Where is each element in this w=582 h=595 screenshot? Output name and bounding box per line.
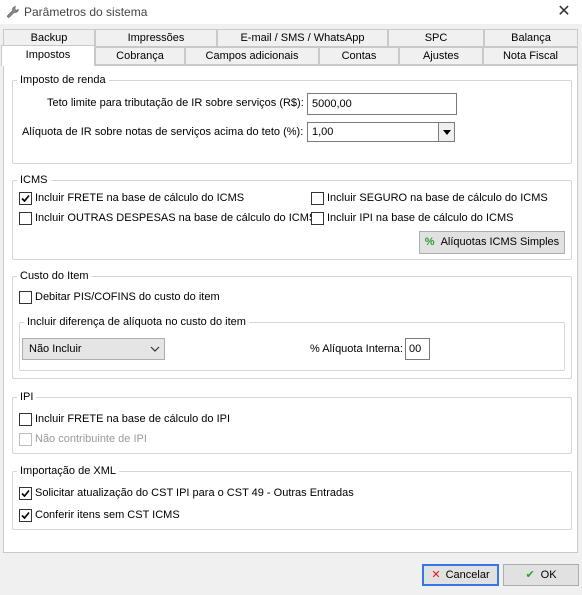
group-title-imposto-de-renda: Imposto de renda — [17, 74, 109, 86]
group-title-diferenca-aliquota: Incluir diferença de alíquota no custo d… — [24, 316, 249, 328]
icms-seguro-label: Incluir SEGURO na base de cálculo do ICM… — [327, 192, 548, 204]
conferir-itens-checkbox[interactable] — [19, 509, 32, 522]
conferir-itens-label: Conferir itens sem CST ICMS — [35, 509, 180, 521]
group-imposto-de-renda — [12, 80, 572, 164]
icms-seguro-checkbox[interactable] — [311, 192, 324, 205]
icms-outras-despesas-checkbox[interactable] — [19, 212, 32, 225]
nao-contribuinte-ipi-label: Não contribuinte de IPI — [35, 433, 147, 445]
diferenca-aliquota-select[interactable]: Não Incluir — [22, 338, 165, 360]
nao-contribuinte-ipi-checkbox[interactable] — [19, 433, 32, 446]
aliquota-interna-label: % Alíquota Interna: — [310, 343, 403, 355]
ok-button[interactable]: ✔ OK — [503, 564, 579, 586]
tab-campos-adicionais[interactable]: Campos adicionais — [185, 47, 319, 65]
debitar-pis-cofins-label: Debitar PIS/COFINS do custo do item — [35, 291, 220, 303]
dropdown-arrow-icon[interactable] — [438, 123, 454, 141]
window-title: Parâmetros do sistema — [24, 5, 148, 19]
teto-input[interactable]: 5000,00 — [307, 93, 457, 115]
close-icon[interactable]: ✕ — [552, 2, 576, 22]
percent-icon: % — [424, 236, 435, 248]
icms-ipi-checkbox[interactable] — [311, 212, 324, 225]
tab-ajustes[interactable]: Ajustes — [399, 47, 483, 65]
tab-cobranca[interactable]: Cobrança — [95, 47, 185, 65]
icms-frete-label: Incluir FRETE na base de cálculo do ICMS — [35, 192, 245, 204]
icms-ipi-label: Incluir IPI na base de cálculo do ICMS — [327, 212, 514, 224]
tab-balanca[interactable]: Balança — [484, 29, 578, 47]
tab-email-sms-whatsapp[interactable]: E-mail / SMS / WhatsApp — [217, 29, 388, 47]
chevron-down-icon — [150, 339, 160, 366]
solicitar-cst-ipi-label: Solicitar atualização do CST IPI para o … — [35, 487, 354, 499]
tab-impressoes[interactable]: Impressões — [95, 29, 217, 47]
teto-label: Teto limite para tributação de IR sobre … — [47, 97, 304, 109]
tab-impostos[interactable]: Impostos — [1, 45, 95, 66]
icms-outras-despesas-label: Incluir OUTRAS DESPESAS na base de cálcu… — [35, 212, 317, 224]
title-bar: Parâmetros do sistema ✕ — [0, 0, 582, 24]
aliquotas-icms-simples-button[interactable]: % Alíquotas ICMS Simples — [419, 231, 565, 254]
aliquota-ir-label: Alíquota de IR sobre notas de serviços a… — [22, 126, 304, 138]
group-title-icms: ICMS — [17, 174, 51, 186]
checkmark-icon: ✔ — [525, 569, 535, 581]
tab-spc[interactable]: SPC — [388, 29, 484, 47]
cancel-button[interactable]: ✕ Cancelar — [422, 564, 499, 586]
icms-frete-checkbox[interactable] — [19, 192, 32, 205]
tab-contas[interactable]: Contas — [319, 47, 399, 65]
aliquota-interna-input[interactable]: 00 — [405, 338, 430, 360]
ipi-frete-checkbox[interactable] — [19, 413, 32, 426]
solicitar-cst-ipi-checkbox[interactable] — [19, 487, 32, 500]
ipi-frete-label: Incluir FRETE na base de cálculo do IPI — [35, 413, 231, 425]
group-title-ipi: IPI — [17, 391, 37, 403]
cancel-x-icon: ✕ — [431, 569, 441, 581]
tab-nota-fiscal[interactable]: Nota Fiscal — [483, 47, 578, 65]
debitar-pis-cofins-checkbox[interactable] — [19, 291, 32, 304]
aliquota-ir-select[interactable]: 1,00 — [307, 122, 455, 142]
group-title-importacao-xml: Importação de XML — [17, 465, 119, 477]
wrench-icon — [6, 5, 20, 19]
group-title-custo-do-item: Custo do Item — [17, 270, 92, 282]
